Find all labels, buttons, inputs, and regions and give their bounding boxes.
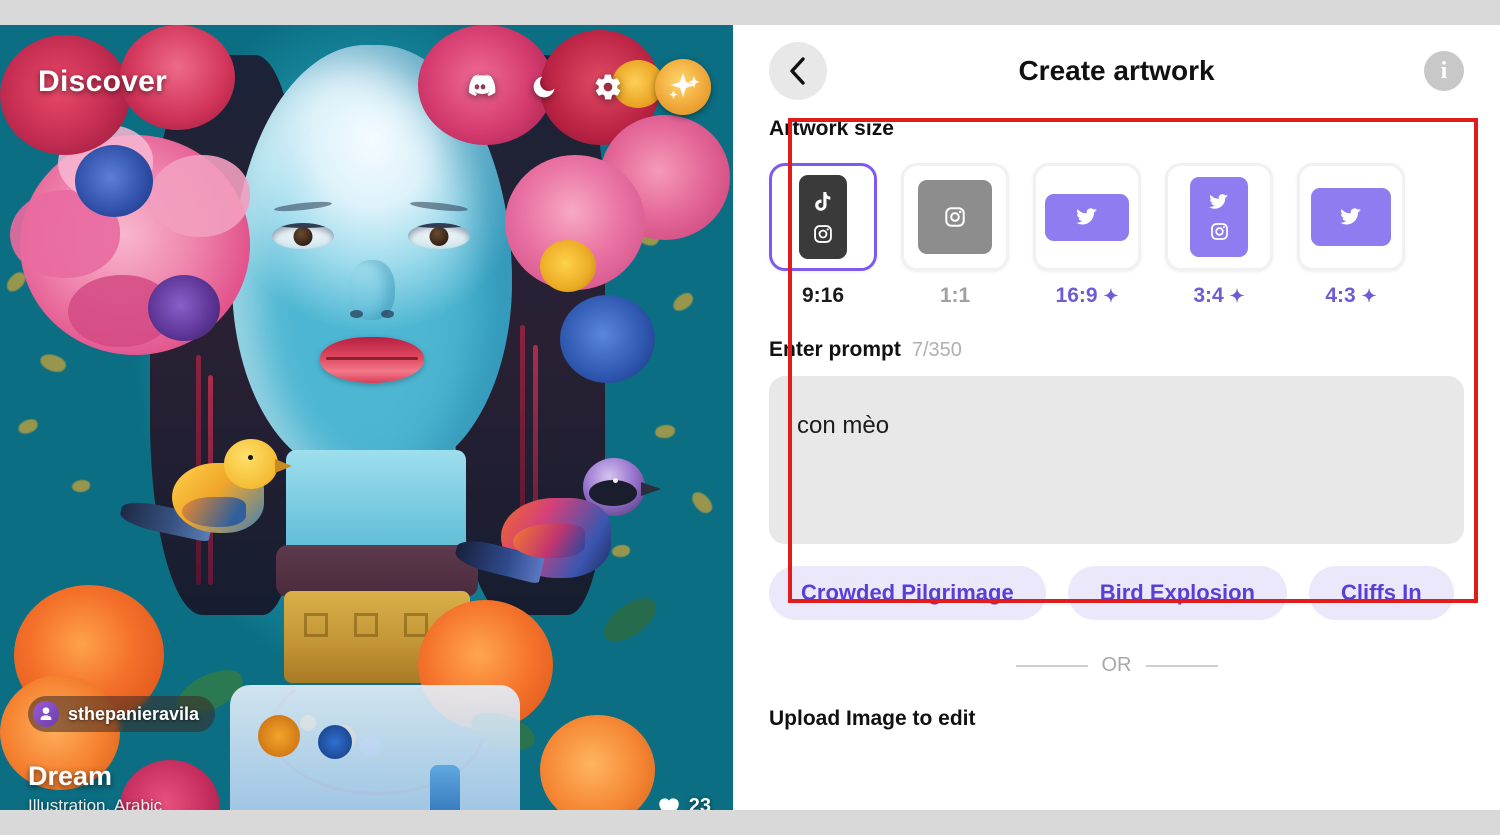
thumb-preview bbox=[1311, 188, 1391, 246]
size-ratio-label: 16:9 ✦ bbox=[1033, 284, 1141, 308]
upload-image-label: Upload Image to edit bbox=[769, 707, 976, 730]
info-icon[interactable]: i bbox=[1424, 51, 1464, 91]
artwork-title: Dream bbox=[28, 761, 113, 791]
artwork-preview-panel: Discover sthepanieravila Dream Illustrat… bbox=[0, 25, 733, 810]
suggestion-chip-bird-explosion[interactable]: Bird Explosion bbox=[1067, 566, 1287, 620]
premium-sparkle-icon: ✦ bbox=[1361, 286, 1377, 306]
divider-line-right bbox=[1145, 664, 1218, 667]
divider-line-left bbox=[1015, 664, 1088, 667]
bottom-background-strip bbox=[0, 810, 1500, 835]
premium-sparkle-icon: ✦ bbox=[1103, 286, 1119, 306]
size-option-1-1[interactable]: 1:1 bbox=[901, 163, 1009, 308]
suggestion-chip-crowded-pilgrimage[interactable]: Crowded Pilgrimage bbox=[769, 566, 1046, 620]
twitter-icon bbox=[1076, 208, 1097, 225]
size-card[interactable] bbox=[1165, 163, 1273, 271]
artwork-top-toolbar[interactable] bbox=[463, 59, 711, 115]
size-ratio-label: 9:16 bbox=[801, 284, 845, 307]
size-ratio-label: 1:1 bbox=[939, 284, 971, 307]
thumb-preview bbox=[799, 175, 847, 259]
ratio-text: 16:9 bbox=[1055, 284, 1098, 307]
ratio-text: 3:4 bbox=[1193, 284, 1224, 307]
divider-label: OR bbox=[1101, 654, 1132, 676]
prompt-header: Enter prompt 7/350 bbox=[769, 338, 1464, 362]
size-card[interactable] bbox=[1297, 163, 1405, 271]
tiktok-icon bbox=[815, 191, 831, 211]
chevron-left-icon bbox=[790, 57, 805, 85]
bird-yellow bbox=[118, 425, 292, 565]
size-option-4-3[interactable]: 4:3 ✦ bbox=[1297, 163, 1405, 308]
artwork-author-chip[interactable]: sthepanieravila bbox=[28, 696, 216, 732]
suggestion-chip-cliffs-in[interactable]: Cliffs In bbox=[1308, 566, 1454, 620]
top-background-strip bbox=[0, 0, 1500, 25]
artwork-size-label: Artwork size bbox=[769, 117, 894, 140]
author-name: sthepanieravila bbox=[68, 703, 200, 724]
heart-icon bbox=[659, 798, 679, 810]
bird-multicolor bbox=[452, 450, 670, 615]
artwork-size-options[interactable]: 9:16 1:1 16:9 ✦ 3:4 ✦ 4:3 ✦ bbox=[769, 163, 1464, 308]
size-option-3-4[interactable]: 3:4 ✦ bbox=[1165, 163, 1273, 308]
or-divider: OR bbox=[769, 654, 1464, 677]
thumb-preview bbox=[1190, 177, 1248, 257]
back-button[interactable] bbox=[769, 42, 827, 100]
like-count: 23 bbox=[688, 794, 711, 811]
size-ratio-label: 4:3 ✦ bbox=[1297, 284, 1405, 308]
size-option-9-16[interactable]: 9:16 bbox=[769, 163, 877, 308]
size-card[interactable] bbox=[769, 163, 877, 271]
avatar bbox=[33, 701, 59, 727]
prompt-label: Enter prompt bbox=[769, 338, 901, 361]
instagram-icon bbox=[814, 224, 832, 243]
create-artwork-panel: Create artwork i Artwork size 9:16 1:1 1… bbox=[733, 25, 1500, 810]
premium-sparkle-icon: ✦ bbox=[1229, 286, 1245, 306]
size-card[interactable] bbox=[1033, 163, 1141, 271]
size-card[interactable] bbox=[901, 163, 1009, 271]
like-counter[interactable]: 23 bbox=[656, 794, 711, 810]
prompt-suggestions[interactable]: Crowded Pilgrimage Bird Explosion Cliffs… bbox=[769, 566, 1464, 620]
prompt-character-counter: 7/350 bbox=[911, 339, 962, 361]
artwork-subtitle: Illustration, Arabic bbox=[28, 796, 163, 810]
discord-icon[interactable] bbox=[463, 70, 497, 104]
prompt-input[interactable]: con mèo bbox=[769, 376, 1464, 544]
sparkle-avatar-button[interactable] bbox=[655, 59, 711, 115]
page-title: Create artwork bbox=[1018, 55, 1215, 86]
size-option-16-9[interactable]: 16:9 ✦ bbox=[1033, 163, 1141, 308]
thumb-preview bbox=[1045, 193, 1129, 241]
size-ratio-label: 3:4 ✦ bbox=[1165, 284, 1273, 308]
ratio-text: 4:3 bbox=[1325, 284, 1356, 307]
twitter-icon bbox=[1209, 194, 1228, 209]
gear-icon[interactable] bbox=[591, 70, 625, 104]
discover-title: Discover bbox=[38, 65, 168, 98]
instagram-icon bbox=[945, 207, 965, 227]
thumb-preview bbox=[918, 180, 992, 254]
instagram-icon bbox=[1210, 223, 1228, 240]
twitter-icon bbox=[1340, 208, 1361, 225]
artwork-image bbox=[0, 25, 733, 810]
panel-header: Create artwork i bbox=[733, 25, 1500, 117]
moon-icon[interactable] bbox=[527, 70, 561, 104]
